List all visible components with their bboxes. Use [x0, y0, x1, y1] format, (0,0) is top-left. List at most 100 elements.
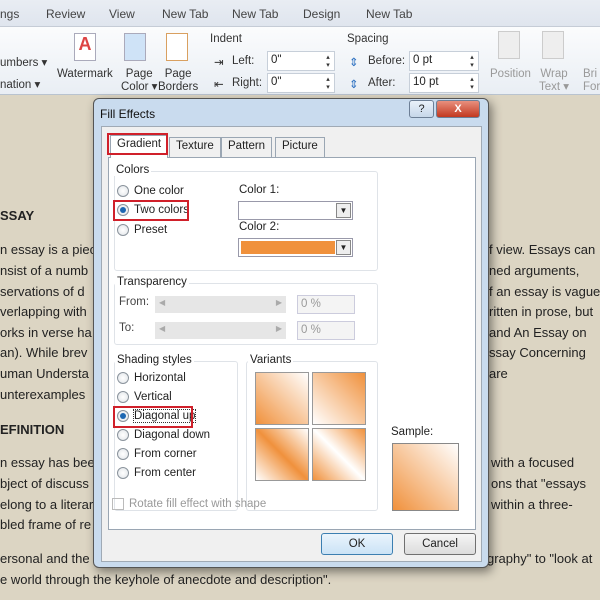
variant-1[interactable]	[255, 372, 309, 425]
page-color-button[interactable]: Page Color ▾	[121, 68, 157, 94]
radio-from-corner[interactable]: From corner	[117, 448, 197, 460]
tab-picture[interactable]: Picture	[275, 137, 325, 157]
spacing-before-input[interactable]: 0 pt	[409, 51, 479, 71]
from-slider[interactable]: ◀ ▶	[155, 296, 286, 313]
variants-label: Variants	[248, 354, 294, 366]
rotate-fill-checkbox[interactable]: Rotate fill effect with shape	[112, 498, 266, 510]
tab-pattern[interactable]: Pattern	[221, 137, 273, 157]
radio-vertical[interactable]: Vertical	[117, 391, 172, 403]
doc-line: uman Understa	[0, 366, 89, 381]
diagonal-up-highlight	[113, 406, 193, 428]
spacing-before-icon: ⇕	[349, 57, 359, 69]
doc-line: ssay Concerning	[489, 345, 586, 360]
spacing-after-input[interactable]: 10 pt	[409, 73, 479, 93]
to-percent-input[interactable]: 0 %	[297, 321, 355, 340]
watermark-icon: A	[74, 33, 96, 61]
radio-icon	[117, 448, 129, 460]
radio-icon	[117, 467, 129, 479]
tab-review[interactable]: Review	[46, 7, 85, 21]
doc-line: nsist of a numb	[0, 263, 89, 278]
two-colors-highlight	[113, 200, 189, 221]
wrap-text-label: Wrap	[540, 68, 568, 80]
spacing-label: Spacing	[347, 33, 389, 45]
close-button[interactable]: X	[436, 100, 480, 118]
gradient-panel: Colors One color Two colors Preset Color…	[108, 157, 476, 530]
radio-label: From center	[134, 467, 196, 479]
arrow-left-icon: ◀	[159, 298, 166, 307]
variant-3[interactable]	[255, 428, 309, 481]
watermark-button[interactable]: Watermark	[57, 68, 113, 80]
hyphenation-button[interactable]: nation ▾	[0, 77, 40, 91]
tab-design[interactable]: Design	[303, 7, 340, 21]
radio-label: Diagonal down	[134, 429, 211, 441]
chevron-down-icon: ▼	[336, 240, 351, 255]
radio-preset[interactable]: Preset	[117, 224, 167, 236]
doc-heading: EFINITION	[0, 422, 65, 437]
page-color-label-2: Color ▾	[121, 81, 158, 93]
from-percent-input[interactable]: 0 %	[297, 295, 355, 314]
doc-line: ned arguments,	[489, 263, 580, 278]
indent-right-label: Right:	[232, 77, 263, 89]
radio-diagonal-down[interactable]: Diagonal down	[117, 429, 210, 441]
tab-texture[interactable]: Texture	[169, 137, 221, 157]
position-button[interactable]: Position	[490, 68, 531, 80]
page-borders-label: Page	[164, 68, 192, 80]
doc-line: unterexamples	[0, 387, 86, 402]
radio-horizontal[interactable]: Horizontal	[117, 372, 186, 384]
wrap-text-icon	[542, 31, 564, 59]
indent-left-icon: ⇥	[214, 57, 224, 69]
doc-line: verlapping with	[0, 304, 87, 319]
help-button[interactable]: ?	[409, 100, 434, 118]
doc-line: and An Essay on	[489, 325, 587, 340]
page-borders-button[interactable]: Page Borders	[158, 68, 198, 94]
indent-right-input[interactable]: 0"	[267, 73, 335, 93]
tab-view[interactable]: View	[109, 7, 135, 21]
variant-4[interactable]	[312, 428, 366, 481]
sample-preview	[392, 443, 459, 511]
doc-line: ersonal and the	[0, 551, 90, 566]
doc-line: e world through the keyhole of anecdote …	[0, 572, 332, 587]
doc-line: within a three-	[491, 497, 573, 512]
variant-2[interactable]	[312, 372, 366, 425]
color2-dropdown[interactable]: ▼	[238, 238, 353, 257]
tab-new-tab-3[interactable]: New Tab	[366, 7, 412, 21]
arrow-left-icon: ◀	[159, 324, 166, 333]
bring-forward-label: Bri	[583, 68, 598, 80]
line-numbers-button[interactable]: umbers ▾	[0, 55, 47, 69]
doc-line: graphy" to "look at	[487, 551, 593, 566]
color1-dropdown[interactable]: ▼	[238, 201, 353, 220]
indent-left-label: Left:	[232, 55, 255, 67]
page-color-label: Page	[125, 68, 153, 80]
color1-swatch	[241, 204, 335, 217]
doc-line: n essay has bee	[0, 455, 95, 470]
position-icon	[498, 31, 520, 59]
radio-icon	[117, 391, 129, 403]
spacing-after-icon: ⇕	[349, 79, 359, 91]
bring-forward-label-2: Forw	[583, 81, 600, 93]
fill-effects-dialog: Fill Effects ? X Gradient Texture Patter…	[93, 98, 489, 568]
ribbon: umbers ▾ nation ▾ A Watermark Page Color …	[0, 27, 600, 95]
tab-new-tab-1[interactable]: New Tab	[162, 7, 208, 21]
radio-icon	[117, 185, 129, 197]
doc-line: bled frame of re	[0, 517, 92, 532]
checkbox-icon	[112, 498, 124, 510]
page-color-icon	[124, 33, 146, 61]
tab-new-tab-2[interactable]: New Tab	[232, 7, 278, 21]
doc-line: bject of discuss	[0, 476, 89, 491]
wrap-text-button[interactable]: Wrap Text ▾	[539, 68, 569, 94]
doc-line: orks in verse ha	[0, 325, 92, 340]
page-borders-label-2: Borders	[158, 81, 199, 93]
indent-left-input[interactable]: 0"	[267, 51, 335, 71]
doc-line: ritten in prose, but	[489, 304, 594, 319]
radio-icon	[117, 224, 129, 236]
cancel-button[interactable]: Cancel	[404, 533, 476, 555]
to-slider[interactable]: ◀ ▶	[155, 322, 286, 339]
radio-from-center[interactable]: From center	[117, 467, 196, 479]
bring-forward-button[interactable]: BriForw	[583, 68, 600, 94]
tab-mailings[interactable]: ngs	[0, 7, 19, 21]
ribbon-tab-bar: ngs Review View New Tab New Tab Design N…	[0, 0, 600, 27]
doc-line: f an essay is vague,	[489, 284, 600, 299]
doc-heading: SSAY	[0, 208, 35, 223]
radio-one-color[interactable]: One color	[117, 185, 184, 197]
ok-button[interactable]: OK	[321, 533, 393, 555]
